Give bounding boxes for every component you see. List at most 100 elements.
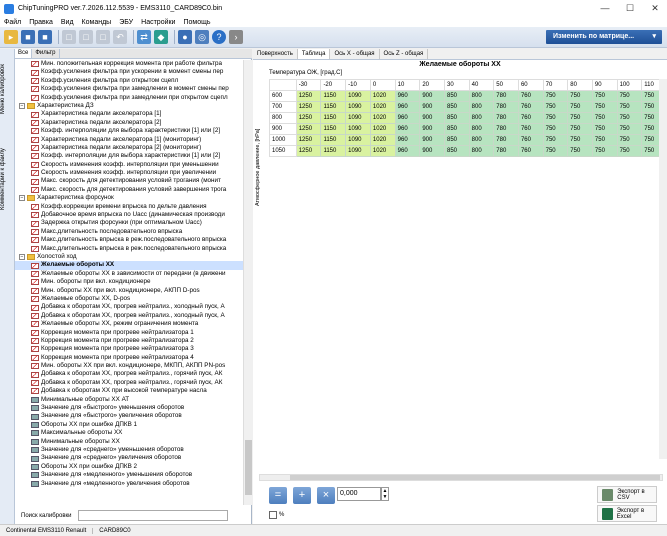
table-cell[interactable]: 1020 bbox=[369, 145, 396, 157]
table-cell[interactable]: 1250 bbox=[295, 101, 322, 113]
table-cell[interactable]: 800 bbox=[468, 134, 495, 146]
table-cell[interactable]: 750 bbox=[616, 123, 643, 135]
table-cell[interactable]: 750 bbox=[616, 90, 643, 102]
table-cell[interactable]: 750 bbox=[567, 145, 593, 157]
table-vscrollbar[interactable] bbox=[659, 79, 667, 459]
tree-item[interactable]: Добавка к оборотам ХХ при высокой темпер… bbox=[15, 387, 243, 395]
change-by-matrix-button[interactable]: Изменить по матрице... ▾ bbox=[546, 30, 662, 44]
table-cell[interactable]: 960 bbox=[394, 145, 421, 157]
table-cell[interactable]: 760 bbox=[517, 90, 544, 102]
table-cell[interactable]: 900 bbox=[419, 134, 445, 146]
table-cell[interactable]: 750 bbox=[567, 90, 593, 102]
tree-item[interactable]: Коррекция момента при прогреве нейтрализ… bbox=[15, 354, 243, 362]
undo-icon[interactable]: ↶ bbox=[113, 30, 127, 44]
table-cell[interactable]: 1150 bbox=[320, 90, 347, 102]
set-value-button[interactable]: = bbox=[269, 487, 287, 504]
tree-item[interactable]: Желаемые обороты ХХ, режим ограничения м… bbox=[15, 320, 243, 328]
tree-item[interactable]: Макс.длительность впрыска в реж.последов… bbox=[15, 236, 243, 244]
tree-item[interactable]: Желаемые обороты ХХ bbox=[15, 261, 243, 270]
tree-item[interactable]: Значение для «медленного» увеличения обо… bbox=[15, 480, 243, 488]
tree-item[interactable]: Желаемые обороты ХХ, D-pos bbox=[15, 295, 243, 303]
table-cell[interactable]: 750 bbox=[542, 145, 569, 157]
table-cell[interactable]: 780 bbox=[493, 90, 519, 102]
value-stepper[interactable]: ▲ ▼ bbox=[381, 487, 389, 501]
table-cell[interactable]: 750 bbox=[616, 145, 643, 157]
tree-item[interactable]: Макс.длительность впрыска в реж.последов… bbox=[15, 245, 243, 253]
table-cell[interactable]: 960 bbox=[394, 123, 421, 135]
table-cell[interactable]: 1020 bbox=[369, 134, 396, 146]
table-cell[interactable]: 1090 bbox=[345, 134, 371, 146]
export-excel-button[interactable]: Экспорт в Excel bbox=[597, 505, 657, 522]
tree-item[interactable]: Мин. обороты ХХ при вкл. кондиционере, А… bbox=[15, 287, 243, 295]
table-cell[interactable]: 1090 bbox=[345, 101, 371, 113]
save-icon[interactable]: ■ bbox=[21, 30, 35, 44]
table-cell[interactable]: 1150 bbox=[320, 134, 347, 146]
tree-item[interactable]: Коррекция момента при прогреве нейтрализ… bbox=[15, 337, 243, 345]
table-cell[interactable]: 750 bbox=[616, 134, 643, 146]
tree-item[interactable]: Минимальные обороты ХХ bbox=[15, 438, 243, 446]
help-icon[interactable]: ? bbox=[212, 30, 226, 44]
table-cell[interactable]: 760 bbox=[517, 112, 544, 124]
table-cell[interactable]: 1020 bbox=[369, 90, 396, 102]
table-cell[interactable]: 1020 bbox=[369, 112, 396, 124]
table-cell[interactable]: 780 bbox=[493, 145, 519, 157]
table-cell[interactable]: 1150 bbox=[320, 101, 347, 113]
table-cell[interactable]: 800 bbox=[468, 112, 495, 124]
tab-file-comments[interactable]: Комментарии к файлу bbox=[0, 129, 15, 229]
multiply-value-button[interactable]: × bbox=[317, 487, 335, 504]
table-cell[interactable]: 780 bbox=[493, 134, 519, 146]
table-cell[interactable]: 1020 bbox=[369, 101, 396, 113]
menu-ecu[interactable]: ЭБУ bbox=[115, 19, 137, 26]
copy-icon[interactable]: □ bbox=[62, 30, 76, 44]
tree-item[interactable]: Добавочное время впрыска по Uacc (динами… bbox=[15, 211, 243, 219]
table-cell[interactable]: 750 bbox=[567, 112, 593, 124]
more-icon[interactable]: › bbox=[229, 30, 243, 44]
tab-table[interactable]: Таблица bbox=[297, 49, 331, 59]
tree-item[interactable]: Коэфф.усиления фильтра при замедлении в … bbox=[15, 85, 243, 93]
menu-view[interactable]: Вид bbox=[57, 19, 78, 26]
tree-item[interactable]: Задержка открытия форсунки (при оптималь… bbox=[15, 219, 243, 227]
table-cell[interactable]: 1090 bbox=[345, 145, 371, 157]
cut-icon[interactable]: □ bbox=[96, 30, 110, 44]
table-cell[interactable]: 850 bbox=[443, 101, 470, 113]
table-cell[interactable]: 750 bbox=[591, 112, 618, 124]
table-cell[interactable]: 960 bbox=[394, 134, 421, 146]
tab-all[interactable]: Все bbox=[15, 49, 33, 58]
paste-icon[interactable]: □ bbox=[79, 30, 93, 44]
tree-item[interactable]: Значение для «медленного» уменьшения обо… bbox=[15, 471, 243, 479]
table-cell[interactable]: 750 bbox=[591, 101, 618, 113]
table-cell[interactable]: 750 bbox=[591, 123, 618, 135]
table-cell[interactable]: 780 bbox=[493, 101, 519, 113]
table-cell[interactable]: 850 bbox=[443, 134, 470, 146]
tree-item[interactable]: Коэфф.усиления фильтра при ускорении в м… bbox=[15, 68, 243, 76]
expand-collapse-icon[interactable]: − bbox=[19, 103, 25, 110]
table-cell[interactable]: 780 bbox=[493, 112, 519, 124]
table-cell[interactable]: 750 bbox=[542, 90, 569, 102]
tree-item[interactable]: Минимальные обороты ХХ АТ bbox=[15, 396, 243, 404]
tree-item[interactable]: Добавка к оборотам ХХ, прогрев нейтрализ… bbox=[15, 312, 243, 320]
table-cell[interactable]: 750 bbox=[616, 101, 643, 113]
tree-item[interactable]: Коэфф.усиления фильтра при открытом сцеп… bbox=[15, 77, 243, 85]
tree-item[interactable]: Мин. обороты при вкл. кондиционере bbox=[15, 278, 243, 286]
tab-calibration-menu[interactable]: Меню калибровок bbox=[0, 54, 15, 124]
table-cell[interactable]: 1090 bbox=[345, 112, 371, 124]
table-cell[interactable]: 900 bbox=[419, 123, 445, 135]
tree-item[interactable]: Коэфф. интерполяции для выбора характери… bbox=[15, 127, 243, 135]
expand-collapse-icon[interactable]: − bbox=[19, 195, 25, 202]
tree-item[interactable]: Обороты ХХ при ошибке ДПКВ 2 bbox=[15, 463, 243, 471]
tree-item[interactable]: Характеристика педали акселератора [2] (… bbox=[15, 144, 243, 152]
menu-file[interactable]: Файл bbox=[0, 19, 25, 26]
table-cell[interactable]: 1090 bbox=[345, 90, 371, 102]
tab-axis-x[interactable]: Ось X - общая bbox=[330, 49, 380, 59]
menu-help[interactable]: Помощь bbox=[179, 19, 214, 26]
open-folder-icon[interactable]: ▸ bbox=[4, 30, 18, 44]
tree-item[interactable]: Добавка к оборотам ХХ, прогрев нейтрализ… bbox=[15, 370, 243, 378]
tree-item[interactable]: Добавка к оборотам ХХ, прогрев нейтрализ… bbox=[15, 379, 243, 387]
table-cell[interactable]: 1250 bbox=[295, 145, 322, 157]
table-cell[interactable]: 1250 bbox=[295, 90, 322, 102]
table-cell[interactable]: 900 bbox=[419, 101, 445, 113]
table-cell[interactable]: 1150 bbox=[320, 145, 347, 157]
maximize-button[interactable]: ☐ bbox=[618, 0, 642, 17]
table-cell[interactable]: 1250 bbox=[295, 123, 322, 135]
network-icon[interactable]: ◎ bbox=[195, 30, 209, 44]
